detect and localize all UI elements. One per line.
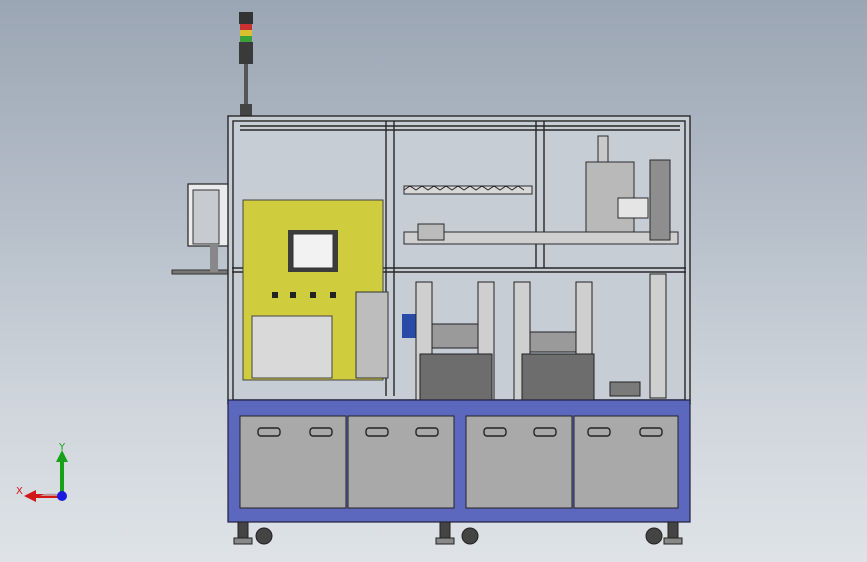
y-axis-label: Y: [59, 442, 66, 453]
casters: [233, 521, 683, 545]
triad-axes-icon: [24, 450, 68, 502]
x-axis-label: X: [16, 486, 23, 497]
machine-assembly-model[interactable]: [0, 0, 867, 562]
stack-light: [239, 12, 253, 116]
coordinate-triad: X Y: [12, 440, 76, 510]
machine-base: [227, 399, 691, 523]
graphics-viewport[interactable]: X Y: [0, 0, 867, 562]
